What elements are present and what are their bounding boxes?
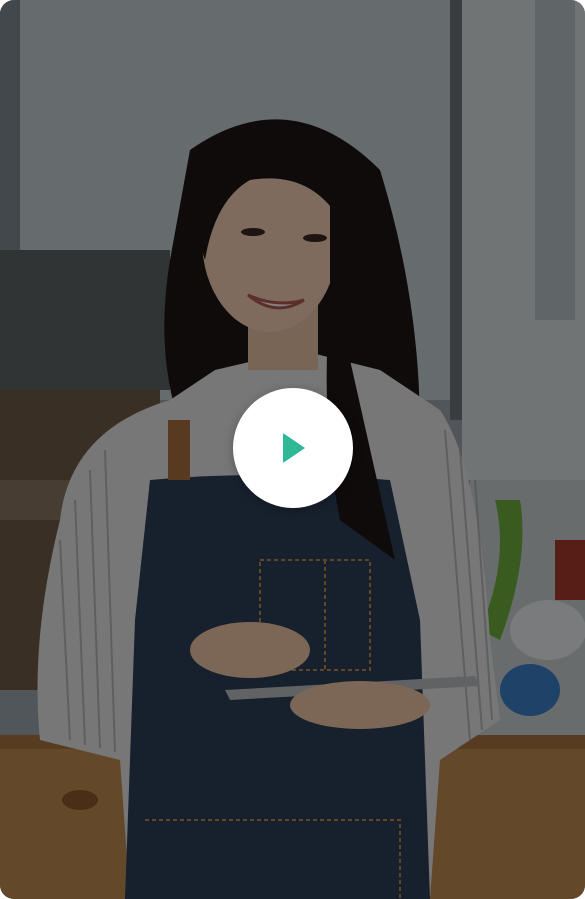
play-button[interactable] — [233, 388, 353, 508]
play-icon — [283, 433, 305, 463]
video-card[interactable] — [0, 0, 585, 899]
